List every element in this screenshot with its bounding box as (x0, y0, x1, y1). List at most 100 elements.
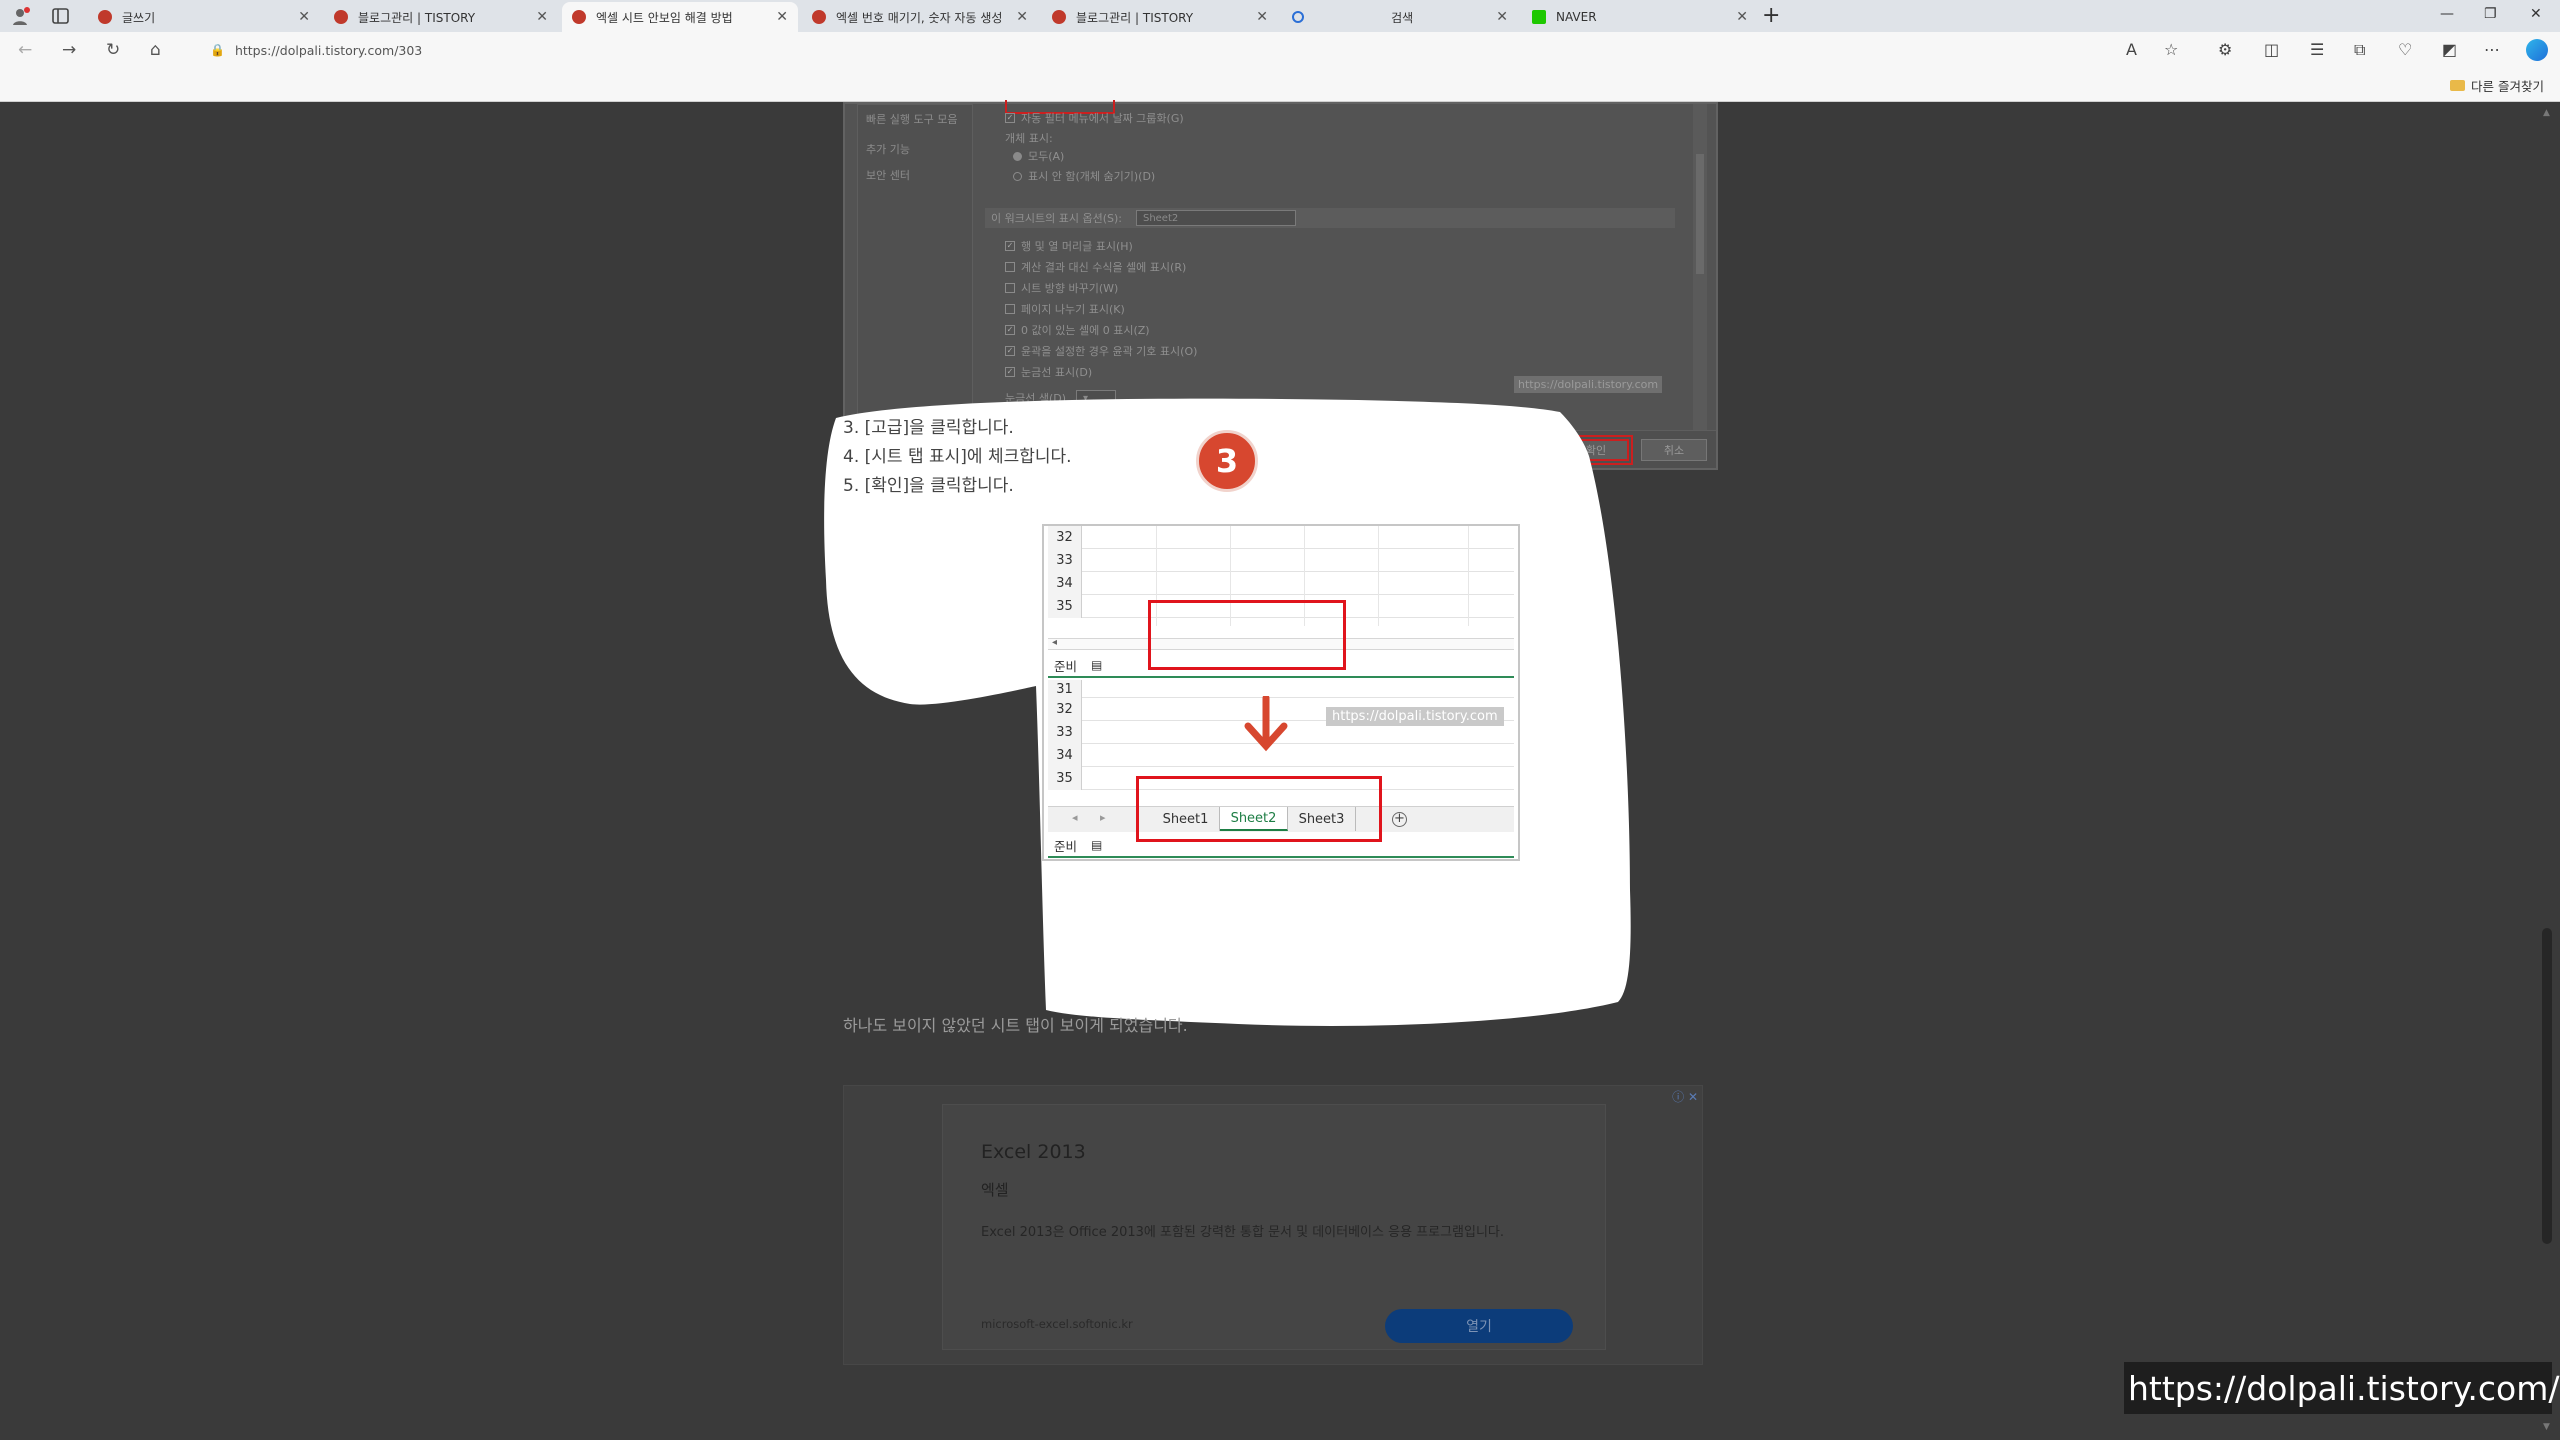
cancel-button-image: 취소 (1641, 439, 1707, 461)
option-label: 자동 필터 메뉴에서 날짜 그룹화(G) (1021, 112, 1184, 125)
close-icon[interactable]: ✕ (1016, 9, 1028, 25)
add-sheet-icon: + (1392, 812, 1407, 827)
ad-open-button[interactable]: 열기 (1385, 1309, 1573, 1343)
ad-container: ⓘ ✕ Excel 2013 엑셀 Excel 2013은 Office 201… (843, 1085, 1703, 1365)
highlight-box (1148, 600, 1346, 670)
row-number: 34 (1048, 572, 1082, 595)
window-close-icon[interactable]: ✕ (2530, 6, 2542, 22)
tab-actions-icon[interactable] (50, 6, 72, 26)
step-text: 4. [시트 탭 표시]에 체크합니다. (843, 447, 1072, 467)
image-watermark: https://dolpali.tistory.com (1326, 707, 1504, 726)
step-text: 3. [고급]을 클릭합니다. (843, 418, 1014, 438)
new-tab-button[interactable]: + (1762, 3, 1780, 28)
home-icon[interactable]: ⌂ (150, 40, 161, 60)
step-instructions: 3. [고급]을 클릭합니다. 4. [시트 탭 표시]에 체크합니다. 5. … (843, 414, 1072, 501)
down-arrow-icon (1244, 696, 1288, 752)
close-icon[interactable]: ✕ (298, 9, 310, 25)
close-icon[interactable]: ✕ (536, 9, 548, 25)
close-icon[interactable]: ✕ (1256, 9, 1268, 25)
step-3-badge: 3 (1196, 430, 1258, 492)
ad-card[interactable]: Excel 2013 엑셀 Excel 2013은 Office 2013에 포… (942, 1104, 1606, 1350)
radio (1013, 151, 1022, 161)
checkbox (1005, 304, 1015, 314)
step-text: 5. [확인]을 클릭합니다. (843, 476, 1014, 496)
edge-sidebar-icon[interactable] (2526, 39, 2548, 61)
status-text: 준비 (1054, 658, 1078, 674)
split-screen-icon[interactable]: ◫ (2264, 40, 2279, 59)
macro-record-icon: ▤ (1091, 838, 1103, 852)
macro-record-icon: ▤ (1091, 658, 1103, 672)
ad-source[interactable]: microsoft-excel.softonic.kr (981, 1317, 1133, 1331)
tab-naver[interactable]: NAVER ✕ (1522, 2, 1758, 32)
select-value: Sheet2 (1142, 212, 1179, 224)
scroll-down-icon[interactable]: ▼ (2543, 1422, 2550, 1432)
checkbox (1005, 262, 1015, 272)
tab-label: 엑셀 번호 매기기, 숫자 자동 생성 (836, 10, 1003, 25)
option-row: ✓ 0 값이 있는 셀에 0 표시(Z) (1005, 322, 1150, 338)
option-label: 0 값이 있는 셀에 0 표시(Z) (1021, 324, 1150, 337)
row-number: 34 (1048, 744, 1082, 767)
profile-icon[interactable] (10, 6, 32, 26)
option-label: 눈금선 표시(D) (1021, 366, 1093, 379)
option-row: ✓ 자동 필터 메뉴에서 날짜 그룹화(G) (1005, 110, 1184, 126)
tab-label: 블로그관리 | TISTORY (1076, 10, 1194, 25)
read-aloud-icon[interactable]: A (2126, 40, 2137, 59)
copilot-icon[interactable]: ◩ (2442, 40, 2457, 59)
favorite-star-icon[interactable]: ☆ (2164, 40, 2178, 59)
option-row: 페이지 나누기 표시(K) (1005, 301, 1125, 317)
minimize-icon[interactable]: — (2440, 6, 2454, 22)
favorites-bar: 다른 즐겨찾기 (0, 68, 2560, 102)
tab-label: 블로그관리 | TISTORY (358, 10, 476, 25)
url-field[interactable]: 🔒 https://dolpali.tistory.com/303 (200, 37, 2150, 63)
checkbox: ✓ (1005, 241, 1015, 251)
page-scroll-thumb[interactable] (2542, 928, 2552, 1244)
lock-icon[interactable]: 🔒 (210, 43, 225, 57)
row-number: 35 (1048, 767, 1082, 790)
search-favicon (1292, 11, 1304, 23)
scroll-up-icon[interactable]: ▲ (2543, 108, 2550, 118)
option-label: 개체 표시: (1005, 132, 1053, 145)
url-text: https://dolpali.tistory.com/303 (234, 42, 423, 58)
tab-label: 글쓰기 (122, 10, 156, 25)
category-item: 추가 기능 (866, 143, 910, 156)
extensions-icon[interactable]: ⚙ (2218, 40, 2232, 59)
row-number: 32 (1048, 526, 1082, 549)
page-scrollbar[interactable]: ▲ ▼ (2538, 102, 2556, 1440)
close-icon[interactable]: ✕ (1496, 9, 1508, 25)
highlight-box (1136, 776, 1382, 842)
favorites-icon[interactable]: ☰ (2310, 40, 2324, 59)
collections-icon[interactable]: ⧉ (2354, 40, 2365, 60)
close-icon[interactable]: ✕ (776, 9, 788, 25)
checkbox (1005, 283, 1015, 293)
refresh-icon[interactable]: ↻ (106, 40, 120, 60)
category-item: 빠른 실행 도구 모음 (866, 113, 958, 126)
other-favorites[interactable]: 다른 즐겨찾기 (2450, 76, 2544, 95)
dialog-category-list: 빠른 실행 도구 모음 추가 기능 보안 센터 (857, 104, 973, 430)
tab-search[interactable]: 검색 ✕ (1282, 2, 1518, 32)
ad-close-icon[interactable]: ⓘ ✕ (1672, 1088, 1698, 1105)
option-row: ✓ 행 및 열 머리글 표시(H) (1005, 238, 1133, 254)
option-label: 행 및 열 머리글 표시(H) (1021, 240, 1133, 253)
option-label: 윤곽을 설정한 경우 윤곽 기호 표시(O) (1021, 345, 1198, 358)
row-number: 32 (1048, 698, 1082, 721)
browser-essentials-icon[interactable]: ♡ (2398, 40, 2412, 59)
tab-blog-admin-2[interactable]: 블로그관리 | TISTORY ✕ (1042, 2, 1278, 32)
tab-excel-numbering[interactable]: 엑셀 번호 매기기, 숫자 자동 생성 ✕ (802, 2, 1038, 32)
restore-icon[interactable]: ❐ (2484, 6, 2497, 22)
checkbox: ✓ (1005, 346, 1015, 356)
more-icon[interactable]: ⋯ (2484, 40, 2500, 59)
tab-excel-sheet-hidden[interactable]: 엑셀 시트 안보임 해결 방법 ✕ (562, 2, 798, 32)
option-label: 표시 안 함(개체 숨기기)(D) (1028, 170, 1156, 183)
folder-icon (2450, 80, 2466, 91)
close-icon[interactable]: ✕ (1736, 9, 1748, 25)
forward-icon[interactable]: → (62, 40, 76, 60)
excel-sheet-tabs-image: 32 33 34 35 ◂ 준비 ▤ 31 32 33 34 35 https:… (1042, 524, 1520, 861)
tab-write[interactable]: 글쓰기 ✕ (88, 2, 320, 32)
option-label: 페이지 나누기 표시(K) (1021, 303, 1125, 316)
tistory-favicon (812, 10, 826, 24)
back-icon[interactable]: ← (18, 40, 32, 60)
ad-title[interactable]: Excel 2013 (981, 1141, 1086, 1163)
row-number: 33 (1048, 549, 1082, 572)
tab-blog-admin[interactable]: 블로그관리 | TISTORY ✕ (324, 2, 558, 32)
row-number: 35 (1048, 595, 1082, 618)
